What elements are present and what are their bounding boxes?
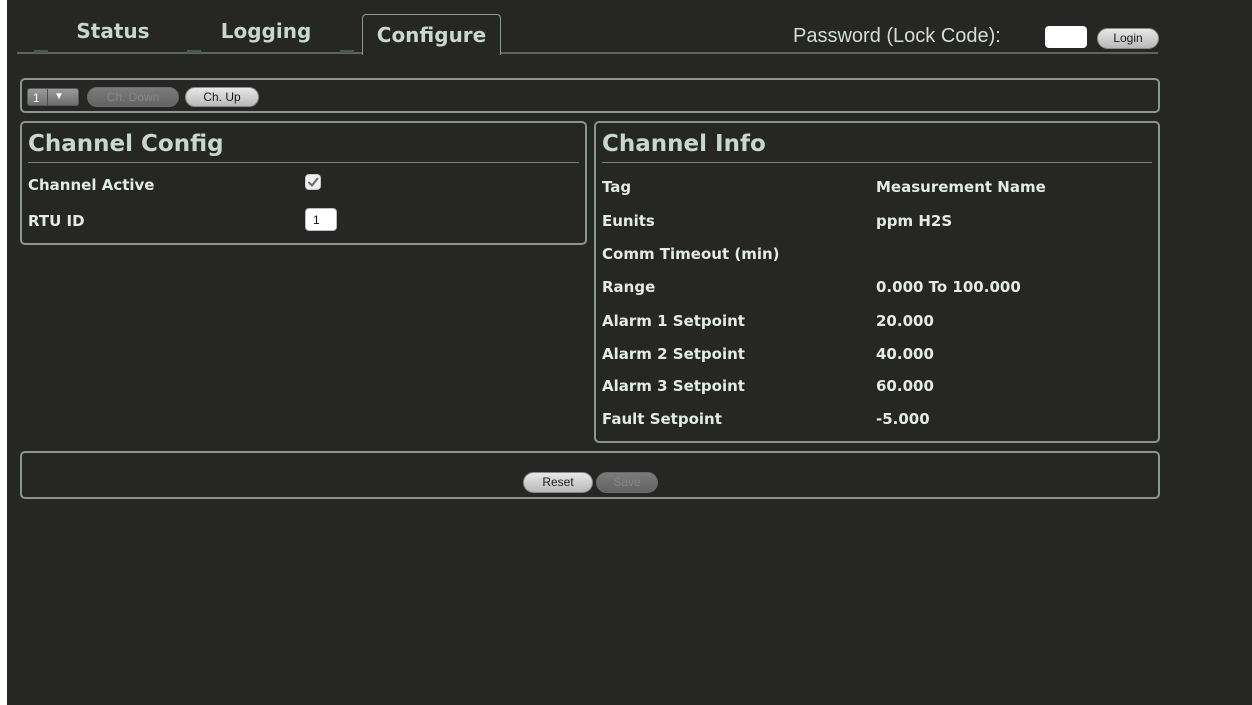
tab-configure[interactable]: Configure (362, 14, 501, 55)
alarm3-label: Alarm 3 Setpoint (602, 377, 745, 395)
rtu-id-label: RTU ID (28, 212, 85, 230)
password-input[interactable] (1045, 26, 1087, 48)
tab-logging[interactable]: Logging (205, 10, 327, 52)
fault-setpoint-label: Fault Setpoint (602, 410, 722, 428)
channel-info-title: Channel Info (602, 131, 766, 157)
save-button[interactable]: Save (596, 472, 658, 493)
alarm2-label: Alarm 2 Setpoint (602, 345, 745, 363)
select-divider (47, 89, 48, 105)
tab-divider (187, 50, 201, 53)
tab-bar-line (500, 52, 1158, 54)
ch-up-button[interactable]: Ch. Up (185, 87, 259, 107)
channel-select-value: 1 (33, 91, 40, 105)
tag-label: Tag (602, 178, 632, 196)
alarm3-value: 60.000 (876, 377, 934, 395)
tab-status[interactable]: Status (52, 10, 174, 52)
login-button[interactable]: Login (1097, 28, 1159, 49)
fault-setpoint-value: -5.000 (876, 410, 930, 428)
ch-down-button[interactable]: Ch. Down (87, 87, 179, 107)
tab-divider (340, 50, 354, 53)
alarm1-value: 20.000 (876, 312, 934, 330)
channel-select[interactable]: 1 ▼ (27, 88, 79, 106)
comm-timeout-label: Comm Timeout (min) (602, 245, 780, 263)
channel-active-checkbox[interactable] (305, 174, 321, 190)
range-label: Range (602, 278, 656, 296)
eunits-label: Eunits (602, 212, 655, 230)
password-label: Password (Lock Code): (793, 25, 1001, 47)
eunits-value: ppm H2S (876, 212, 953, 230)
rtu-id-input[interactable] (305, 208, 337, 231)
range-value: 0.000 To 100.000 (876, 278, 1021, 296)
reset-button[interactable]: Reset (523, 472, 593, 493)
dropdown-arrow-icon: ▼ (54, 91, 64, 102)
alarm2-value: 40.000 (876, 345, 934, 363)
panel-divider (28, 162, 579, 163)
panel-divider (602, 162, 1152, 163)
tab-divider (34, 50, 48, 53)
channel-active-label: Channel Active (28, 176, 155, 194)
channel-config-title: Channel Config (28, 131, 224, 157)
alarm1-label: Alarm 1 Setpoint (602, 312, 745, 330)
check-icon (308, 177, 319, 187)
tag-value: Measurement Name (876, 178, 1046, 196)
app-window: Status Logging Configure Password (Lock … (7, 0, 1252, 705)
